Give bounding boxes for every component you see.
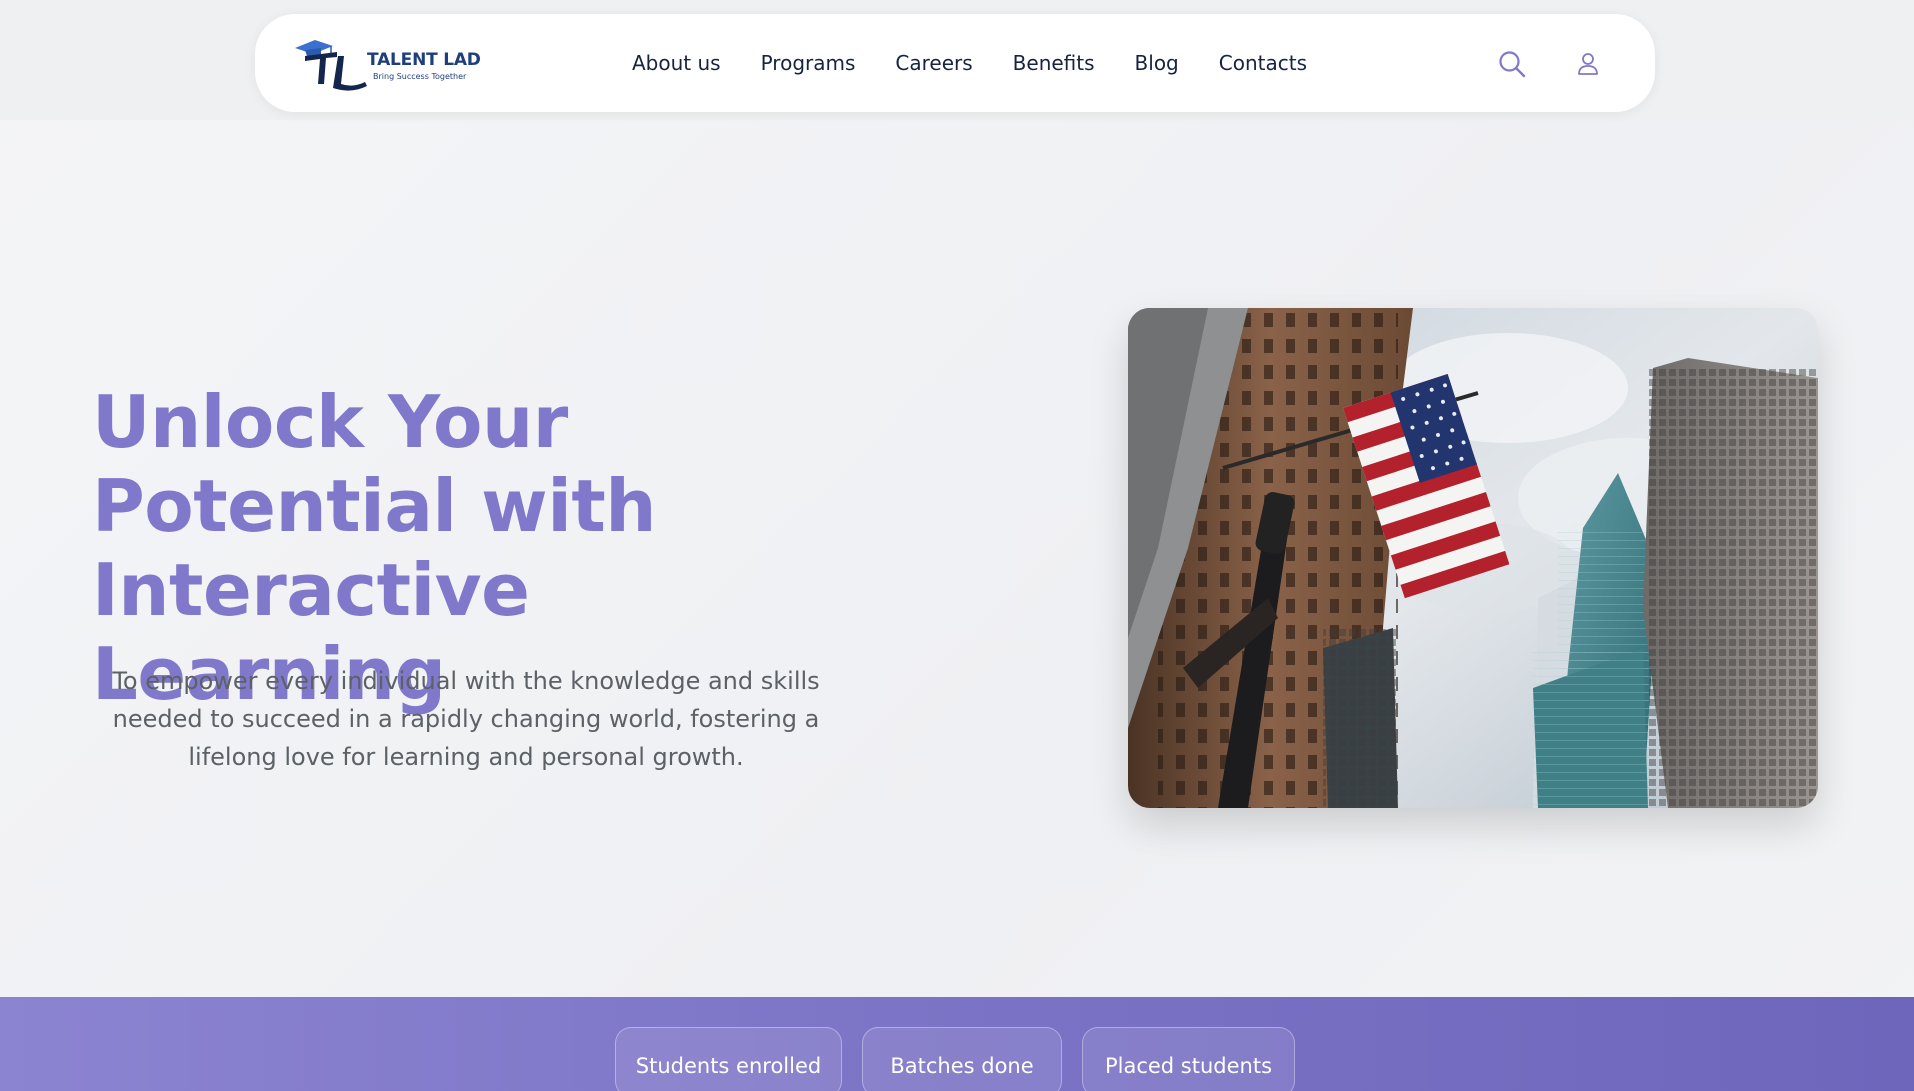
hero-image [1128, 308, 1818, 808]
search-icon [1499, 51, 1526, 78]
search-button[interactable] [1496, 48, 1528, 80]
nav-about-us[interactable]: About us [632, 51, 721, 75]
logo-name: TALENT LAD [367, 50, 481, 70]
nav-benefits[interactable]: Benefits [1013, 51, 1095, 75]
stats-band: Students enrolled Batches done Placed st… [0, 997, 1914, 1091]
user-icon [1578, 53, 1598, 75]
logo-tagline: Bring Success Together [373, 72, 467, 81]
stat-students-enrolled: Students enrolled [615, 1027, 842, 1091]
hero-title-line-2: Potential with [92, 464, 657, 548]
stat-label: Batches done [890, 1054, 1034, 1078]
stat-label: Placed students [1104, 1054, 1273, 1078]
landing-page: TALENT LAD Bring Success Together About … [0, 0, 1914, 1091]
account-button[interactable] [1572, 48, 1604, 80]
nav-programs[interactable]: Programs [761, 51, 856, 75]
talent-lad-logo[interactable]: TALENT LAD Bring Success Together [293, 34, 481, 94]
city-flag-photo [1128, 308, 1818, 808]
stat-label: Students enrolled [635, 1054, 822, 1078]
hero-subtitle: To empower every individual with the kno… [112, 667, 820, 771]
stat-batches-done: Batches done [862, 1027, 1062, 1091]
nav-blog[interactable]: Blog [1135, 51, 1179, 75]
site-header: TALENT LAD Bring Success Together About … [255, 14, 1655, 112]
main-nav: About us Programs Careers Benefits Blog … [632, 14, 1347, 112]
nav-contacts[interactable]: Contacts [1219, 51, 1307, 75]
stat-placed-students: Placed students [1082, 1027, 1295, 1091]
nav-careers[interactable]: Careers [895, 51, 972, 75]
hero-title-line-1: Unlock Your [92, 380, 568, 464]
